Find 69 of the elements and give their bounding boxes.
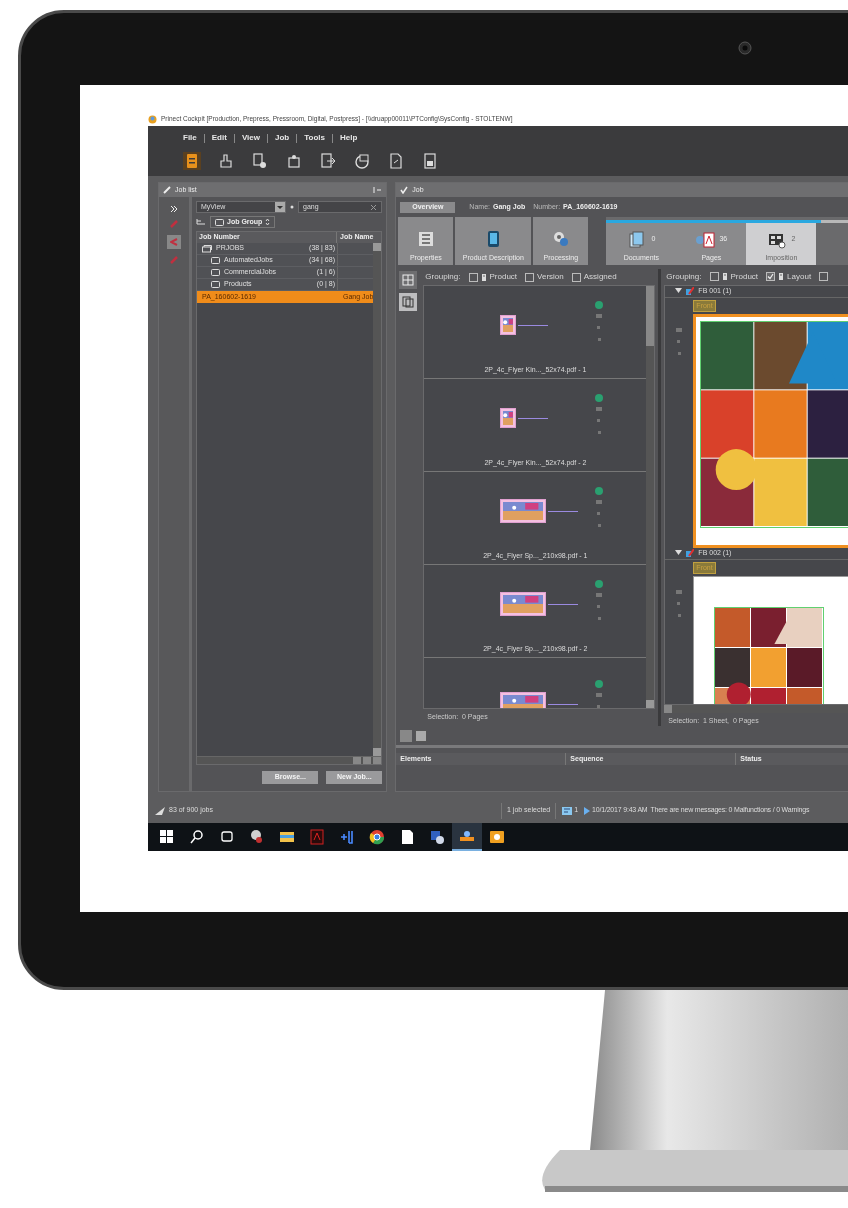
- toolbar-button[interactable]: [217, 152, 235, 170]
- sheet-view-button[interactable]: [399, 271, 418, 289]
- app-icon: [148, 114, 157, 124]
- document-icon: [778, 272, 785, 282]
- folders-icon: [202, 244, 212, 253]
- check-icon: [400, 186, 409, 194]
- menu-item[interactable]: Tools: [304, 132, 325, 144]
- toolbar-button[interactable]: [251, 152, 269, 170]
- checkbox-label: Assigned: [583, 271, 617, 283]
- checkbox-label: Version: [537, 271, 564, 283]
- pdf-pages-icon: [695, 229, 716, 250]
- color-icon: [686, 287, 695, 296]
- menu-item[interactable]: File: [183, 132, 197, 144]
- export-icon: [320, 153, 336, 169]
- puzzle-icon: [286, 153, 302, 169]
- caret-icon[interactable]: [275, 202, 285, 212]
- scrollbar[interactable]: [646, 286, 655, 708]
- document-gear-icon: [252, 153, 268, 169]
- document-icon: [388, 153, 404, 169]
- toolbar-button[interactable]: [285, 152, 303, 170]
- tree-icon: [196, 218, 206, 226]
- pdf-icon: [307, 827, 327, 847]
- color-icon: [686, 549, 695, 558]
- expand-icon[interactable]: [675, 550, 683, 557]
- hand-icon: [218, 153, 234, 169]
- messages-icon: [562, 805, 574, 816]
- sort-icon: [265, 218, 271, 226]
- toolbar-button[interactable]: [319, 152, 337, 170]
- document-icon: [480, 272, 487, 282]
- double-chevron-icon[interactable]: [170, 205, 178, 213]
- page-view-button[interactable]: [399, 293, 418, 311]
- grouping-label: Grouping:: [425, 271, 461, 283]
- printer-icon: [354, 153, 370, 169]
- checkbox-label: Product: [489, 271, 518, 283]
- checkbox[interactable]: [468, 272, 478, 282]
- pages-icon: [402, 296, 415, 308]
- sheet[interactable]: [693, 314, 848, 548]
- document-icon: [721, 272, 728, 282]
- scrollbar[interactable]: [373, 243, 382, 756]
- grid-icon: [402, 274, 415, 286]
- camera-icon: [738, 41, 752, 55]
- clipboard-icon: [184, 153, 200, 169]
- checkbox[interactable]: [819, 272, 829, 282]
- checkbox-label: Product: [730, 270, 759, 283]
- horizontal-scrollbar[interactable]: [197, 756, 382, 764]
- browser-icon: [367, 827, 387, 847]
- menu-item[interactable]: Help: [339, 132, 358, 144]
- checkbox[interactable]: [525, 272, 535, 282]
- checkbox[interactable]: [766, 272, 776, 282]
- close-icon[interactable]: [370, 203, 378, 211]
- checkbox-label: Layout: [787, 270, 812, 283]
- archive-icon: [422, 153, 438, 169]
- toolbar-button[interactable]: [421, 152, 439, 170]
- toolbar-button[interactable]: [183, 152, 201, 170]
- grouping-label: Grouping:: [666, 270, 702, 283]
- status-icons-drawing: [675, 589, 684, 620]
- status-icons-drawing: [675, 327, 684, 358]
- expand-icon[interactable]: [675, 288, 683, 295]
- checkbox[interactable]: [571, 272, 581, 282]
- dock-icon: [372, 186, 383, 194]
- toolbar-button[interactable]: [387, 152, 405, 170]
- folder-icon: [215, 218, 224, 226]
- toolbar-button[interactable]: [353, 152, 371, 170]
- menu-item[interactable]: View: [241, 132, 260, 144]
- menu-item[interactable]: Edit: [211, 132, 227, 144]
- menu-item[interactable]: Job: [275, 132, 290, 144]
- sheet[interactable]: [693, 576, 848, 704]
- checkbox[interactable]: [709, 272, 719, 282]
- view-button[interactable]: [415, 729, 428, 742]
